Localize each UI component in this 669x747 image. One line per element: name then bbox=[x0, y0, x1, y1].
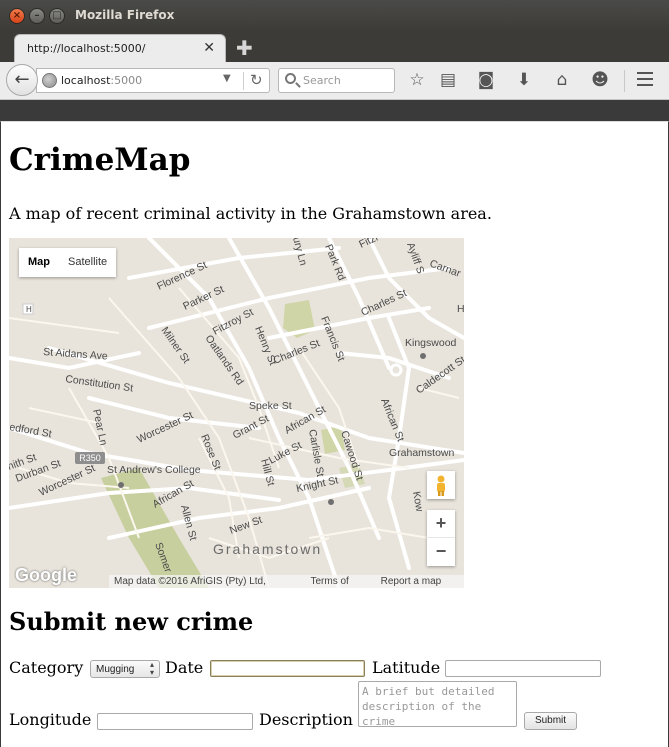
map-label-grahamstown: Grahamstown bbox=[213, 541, 322, 557]
search-input[interactable]: Search bbox=[278, 68, 395, 93]
url-port: :5000 bbox=[110, 74, 143, 87]
bookmark-star-icon[interactable]: ☆ bbox=[406, 70, 428, 90]
url-bar[interactable]: localhost:5000 ▼ ↻ bbox=[36, 68, 270, 93]
map-label-bedford: edford St bbox=[9, 421, 53, 440]
submit-button[interactable]: Submit bbox=[524, 712, 577, 730]
page-title: CrimeMap bbox=[9, 142, 191, 178]
map-type-control: Map Satellite bbox=[19, 248, 117, 277]
map-label-r350: R350 bbox=[79, 453, 101, 463]
map-label-speke: Speke St bbox=[249, 400, 292, 412]
home-icon[interactable]: ⌂ bbox=[551, 70, 573, 90]
category-label: Category bbox=[9, 658, 84, 677]
reading-list-icon[interactable]: ▤ bbox=[437, 70, 459, 90]
url-dropdown-icon[interactable]: ▼ bbox=[223, 73, 231, 84]
longitude-label: Longitude bbox=[9, 710, 92, 729]
google-map[interactable]: R350 H Ha Florence St Parker St Fitzroy … bbox=[9, 238, 464, 588]
search-icon bbox=[285, 73, 296, 84]
new-tab-icon[interactable]: ✚ bbox=[236, 36, 253, 60]
tab-close-icon[interactable]: ✕ bbox=[203, 40, 215, 56]
map-label-carnar: Carnar bbox=[428, 258, 463, 280]
search-placeholder: Search bbox=[303, 74, 341, 87]
url-text: localhost:5000 bbox=[61, 74, 142, 87]
download-icon[interactable]: ⬇ bbox=[513, 70, 535, 90]
terms-of-use-link[interactable]: Terms of Use bbox=[310, 575, 368, 588]
select-arrows-icon: ▴ ▾ bbox=[149, 660, 154, 677]
category-selected-value: Mugging bbox=[96, 664, 135, 675]
map-label-kow: Kow bbox=[410, 490, 425, 513]
map-label-fitzr: Fitzr bbox=[357, 238, 381, 251]
map-label-constitution: Constitution St bbox=[65, 373, 134, 394]
zoom-out-button[interactable]: − bbox=[427, 538, 455, 566]
window-close-button[interactable]: × bbox=[9, 8, 25, 24]
zoom-in-button[interactable]: + bbox=[427, 510, 455, 538]
map-label-caldecott: Caldecott St bbox=[414, 354, 464, 397]
map-data-attribution: Map data ©2016 AfriGIS (Pty) Ltd, Google bbox=[114, 576, 266, 587]
window-minimize-button[interactable]: – bbox=[29, 8, 45, 24]
map-label-grahamstown2: Grahamstown bbox=[389, 447, 455, 459]
zoom-control: + − bbox=[427, 510, 455, 566]
url-separator bbox=[243, 72, 244, 90]
tab-localhost[interactable]: http://localhost:5000/ ✕ bbox=[14, 34, 226, 64]
map-label-kingswood: Kingswood bbox=[405, 337, 457, 349]
map-label-ayliff: Ayliff S bbox=[404, 241, 426, 275]
report-map-error-link[interactable]: Report a map error bbox=[381, 575, 464, 588]
map-label-worcester1: Worcester St bbox=[135, 409, 195, 445]
globe-icon[interactable] bbox=[42, 73, 57, 88]
description-textarea[interactable]: A brief but detailed description of the … bbox=[358, 681, 517, 727]
navigation-toolbar: localhost:5000 ▼ ↻ ← Search ☆ ▤ ◙ ⬇ ⌂ ☻ bbox=[0, 62, 669, 100]
form-heading: Submit new crime bbox=[9, 607, 254, 636]
map-label-h2: Ha bbox=[457, 303, 464, 315]
map-type-map-button[interactable]: Map bbox=[19, 248, 59, 277]
pocket-icon[interactable]: ◙ bbox=[475, 70, 497, 90]
map-label-park: Park Rd bbox=[322, 243, 347, 283]
map-label-standrews: St Andrew's College bbox=[107, 464, 201, 476]
window-maximize-button[interactable]: □ bbox=[49, 8, 65, 24]
date-input[interactable] bbox=[210, 660, 365, 677]
map-canvas[interactable]: R350 H Ha Florence St Parker St Fitzroy … bbox=[9, 238, 464, 588]
tab-title: http://localhost:5000/ bbox=[27, 42, 146, 55]
poi-marker-icon bbox=[118, 482, 124, 488]
reload-icon[interactable]: ↻ bbox=[250, 71, 263, 89]
url-host: localhost bbox=[61, 74, 111, 87]
toolbar-separator bbox=[624, 70, 625, 92]
hello-chat-icon[interactable]: ☻ bbox=[589, 70, 611, 90]
map-label-new: New St bbox=[228, 514, 264, 537]
map-label-pear: Pear Ln bbox=[90, 408, 109, 447]
map-label-staidans: St Aidans Ave bbox=[43, 346, 108, 362]
back-button[interactable]: ← bbox=[6, 64, 38, 96]
page-content: CrimeMap A map of recent criminal activi… bbox=[0, 121, 669, 747]
latitude-label: Latitude bbox=[372, 658, 441, 677]
poi-marker-icon bbox=[328, 499, 334, 505]
map-type-satellite-button[interactable]: Satellite bbox=[59, 248, 116, 277]
map-attribution-bar: Map data ©2016 AfriGIS (Pty) Ltd, Google… bbox=[109, 575, 464, 588]
date-label: Date bbox=[165, 658, 204, 677]
map-label-h1: H bbox=[26, 305, 32, 314]
map-label-parker: Parker St bbox=[181, 283, 226, 312]
latitude-input[interactable] bbox=[445, 660, 601, 677]
street-view-pegman-icon[interactable] bbox=[427, 471, 455, 499]
page-description: A map of recent criminal activity in the… bbox=[9, 204, 492, 223]
poi-marker-icon bbox=[420, 353, 426, 359]
tab-strip: http://localhost:5000/ ✕ ✚ bbox=[0, 32, 669, 64]
longitude-input[interactable] bbox=[97, 713, 253, 730]
description-label: Description bbox=[259, 710, 353, 729]
category-select[interactable]: Mugging ▴ ▾ bbox=[90, 660, 160, 678]
hamburger-menu-icon[interactable] bbox=[637, 72, 653, 86]
google-logo[interactable]: Google bbox=[15, 565, 77, 586]
window-title: Mozilla Firefox bbox=[75, 8, 175, 22]
window-titlebar: × – □ Mozilla Firefox bbox=[0, 0, 669, 32]
